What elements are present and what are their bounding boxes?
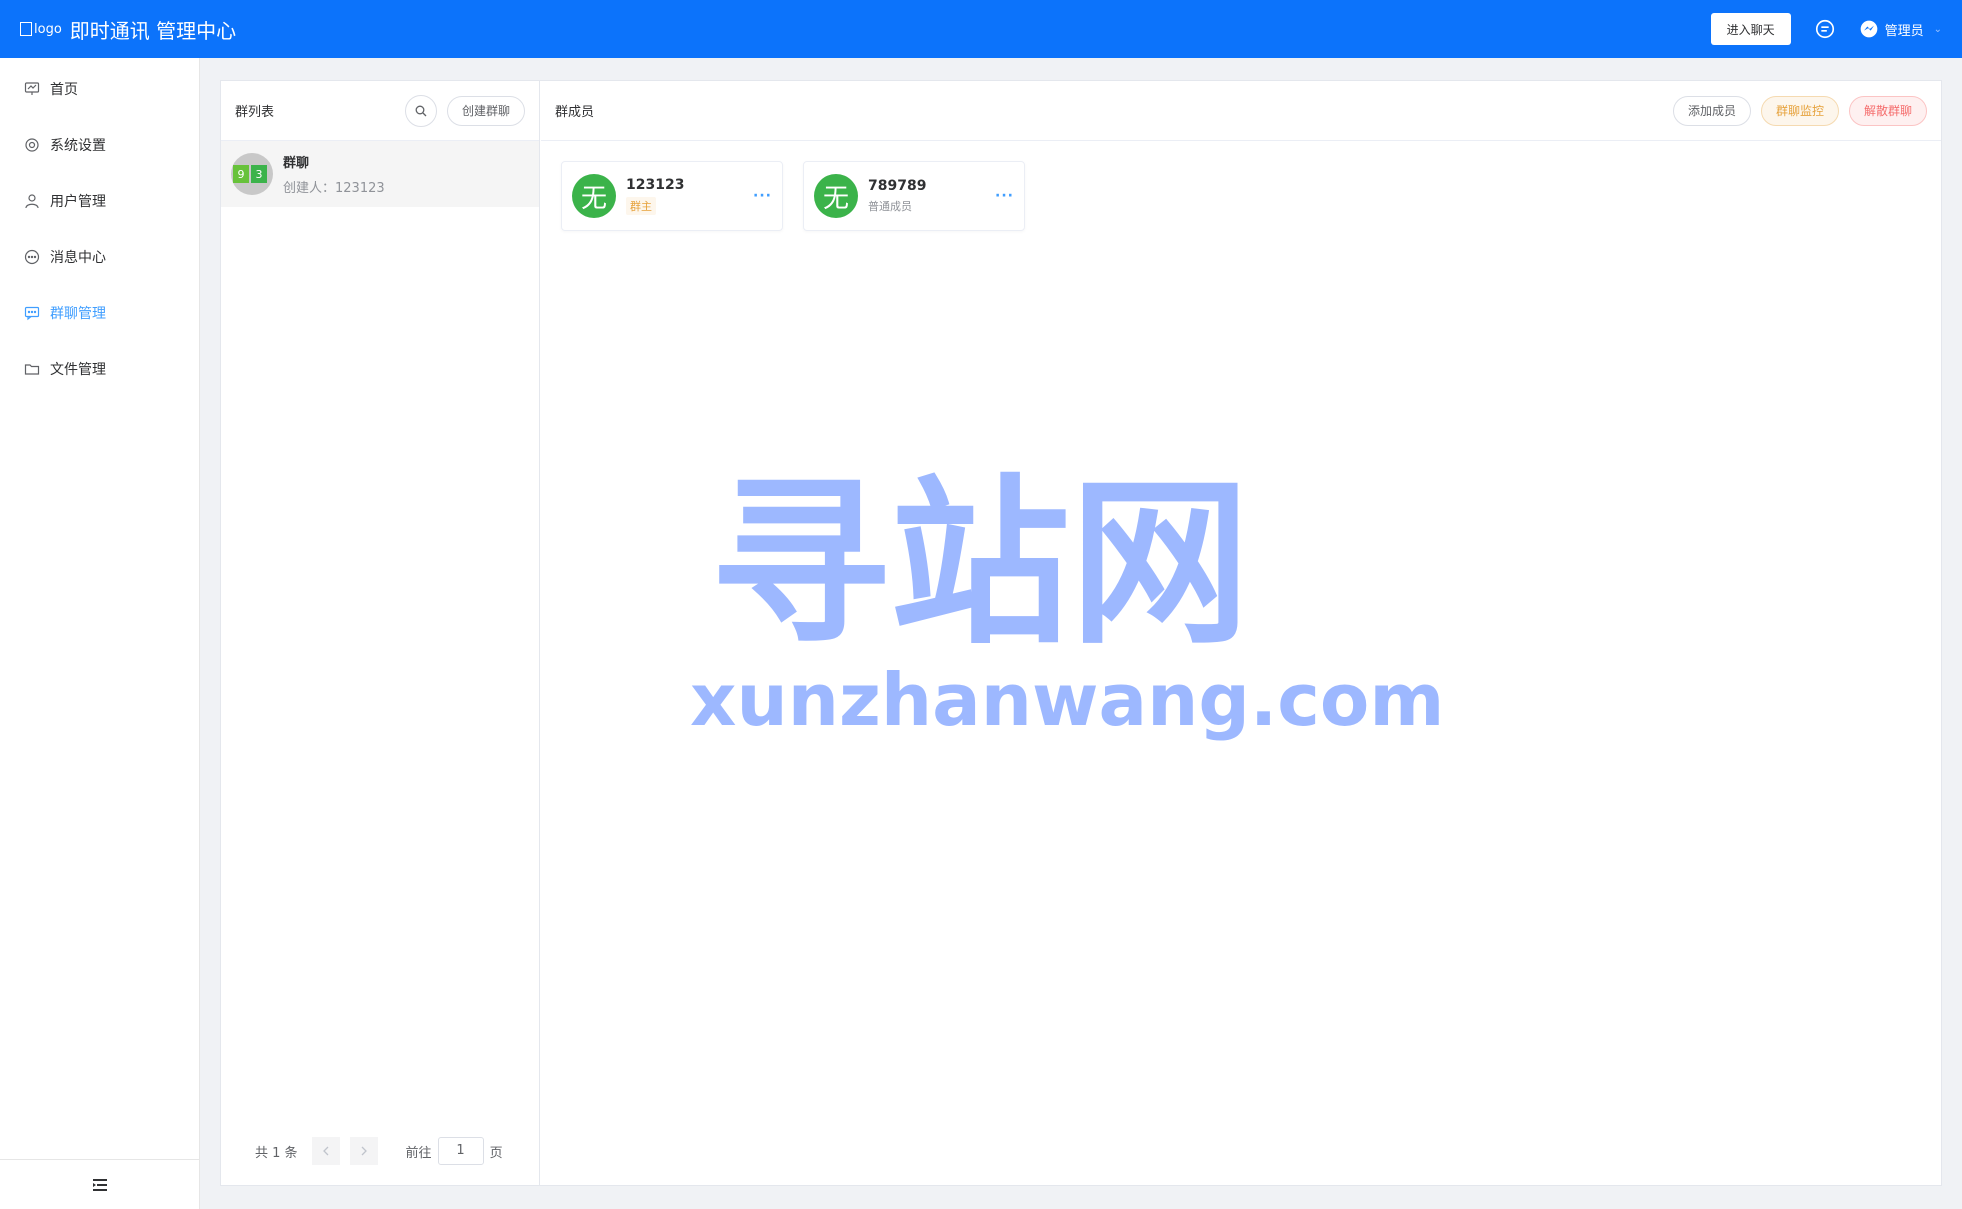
sidebar-item-messages[interactable]: 消息中心 xyxy=(0,229,199,285)
enter-chat-button[interactable]: 进入聊天 xyxy=(1710,13,1791,45)
member-avatar: 无 xyxy=(572,174,616,218)
group-list-title: 群列表 xyxy=(235,105,275,120)
menu-fold-icon xyxy=(92,1178,107,1191)
page-number-input[interactable]: 1 xyxy=(437,1137,484,1165)
broken-image-icon xyxy=(20,22,32,36)
group-list-panel: 群列表 创建群聊 9 3 群聊 创建人：123123 共 1 条 前往 1 页 xyxy=(221,81,540,1185)
chart-icon xyxy=(24,82,40,95)
app-title: 即时通讯 管理中心 xyxy=(69,18,237,43)
member-info: 789789 普通成员 xyxy=(868,178,926,214)
sidebar-item-label: 用户管理 xyxy=(50,194,106,210)
avatar-tile: 3 xyxy=(251,165,267,183)
member-role: 普通成员 xyxy=(868,200,912,213)
logo-alt-text: logo xyxy=(34,21,62,37)
messenger-icon xyxy=(1860,20,1877,38)
member-name: 123123 xyxy=(626,177,685,193)
member-name: 789789 xyxy=(868,178,927,194)
members-title: 群成员 xyxy=(555,105,595,120)
sidebar-item-label: 消息中心 xyxy=(50,250,106,266)
admin-menu[interactable]: 管理员 ⌄ xyxy=(1859,19,1942,39)
folder-icon xyxy=(24,364,40,375)
group-management-card: 群列表 创建群聊 9 3 群聊 创建人：123123 共 1 条 前往 1 页 … xyxy=(220,80,1942,1186)
sidebar-item-label: 群聊管理 xyxy=(50,306,106,322)
pagination-total: 共 1 条 xyxy=(255,1145,298,1161)
user-icon xyxy=(25,194,39,209)
collapse-sidebar-button[interactable] xyxy=(0,1159,199,1209)
group-avatar: 9 3 xyxy=(231,153,273,195)
sidebar-item-label: 文件管理 xyxy=(50,362,106,378)
group-chat-icon xyxy=(24,306,40,321)
dissolve-group-button[interactable]: 解散群聊 xyxy=(1848,95,1927,126)
gear-icon xyxy=(25,138,39,152)
chat-bubble-icon xyxy=(24,249,40,265)
logo-area[interactable]: logo 即时通讯 管理中心 xyxy=(20,15,236,44)
member-avatar: 无 xyxy=(814,174,858,218)
top-header: logo 即时通讯 管理中心 进入聊天 管理员 ⌄ xyxy=(0,0,1962,58)
next-page-button[interactable] xyxy=(349,1137,378,1165)
member-card[interactable]: 无 789789 普通成员 ··· xyxy=(803,161,1025,231)
sidebar-item-users[interactable]: 用户管理 xyxy=(0,173,199,229)
message-icon[interactable] xyxy=(1813,17,1837,41)
search-group-button[interactable] xyxy=(404,94,437,127)
search-icon xyxy=(415,105,427,116)
group-info: 群聊 创建人：123123 xyxy=(283,152,385,196)
sidebar-item-home[interactable]: 首页 xyxy=(0,61,199,117)
sidebar-item-group-chats[interactable]: 群聊管理 xyxy=(0,285,199,341)
group-monitor-button[interactable]: 群聊监控 xyxy=(1760,95,1839,126)
member-list: 无 123123 群主 ··· 无 789789 普通成员 ··· xyxy=(541,141,1941,251)
group-name: 群聊 xyxy=(283,156,310,171)
group-creator: 创建人：123123 xyxy=(283,181,385,196)
pagination: 共 1 条 前往 1 页 xyxy=(255,1137,503,1165)
header-actions: 进入聊天 管理员 ⌄ xyxy=(1710,13,1942,45)
chevron-right-icon xyxy=(361,1146,367,1156)
create-group-button[interactable]: 创建群聊 xyxy=(446,95,525,126)
members-header: 群成员 添加成员 群聊监控 解散群聊 xyxy=(541,81,1941,141)
add-member-button[interactable]: 添加成员 xyxy=(1672,95,1751,126)
pagination-goto-label: 前往 xyxy=(405,1145,432,1161)
sidebar-item-settings[interactable]: 系统设置 xyxy=(0,117,199,173)
admin-name: 管理员 xyxy=(1884,23,1924,39)
chevron-left-icon xyxy=(322,1146,329,1156)
avatar-tile: 9 xyxy=(233,165,249,183)
more-options-icon[interactable]: ··· xyxy=(995,188,1014,204)
sidebar-item-label: 系统设置 xyxy=(50,138,106,154)
member-info: 123123 群主 xyxy=(626,177,684,215)
sidebar-item-files[interactable]: 文件管理 xyxy=(0,341,199,397)
chevron-down-icon: ⌄ xyxy=(1933,23,1942,35)
sidebar-item-label: 首页 xyxy=(50,82,78,98)
pagination-page-suffix: 页 xyxy=(489,1145,503,1161)
members-actions: 添加成员 群聊监控 解散群聊 xyxy=(1672,95,1927,126)
member-card[interactable]: 无 123123 群主 ··· xyxy=(561,161,783,231)
logo-image: logo xyxy=(20,22,62,37)
owner-badge: 群主 xyxy=(626,197,656,215)
group-list-header: 群列表 创建群聊 xyxy=(221,81,539,141)
members-panel: 群成员 添加成员 群聊监控 解散群聊 无 123123 群主 ··· 无 789… xyxy=(541,81,1941,1185)
prev-page-button[interactable] xyxy=(311,1137,340,1165)
sidebar: 首页 系统设置 用户管理 消息中心 群聊管理 文件管理 xyxy=(0,58,200,1209)
more-options-icon[interactable]: ··· xyxy=(753,188,772,204)
group-list-item[interactable]: 9 3 群聊 创建人：123123 xyxy=(221,141,539,207)
